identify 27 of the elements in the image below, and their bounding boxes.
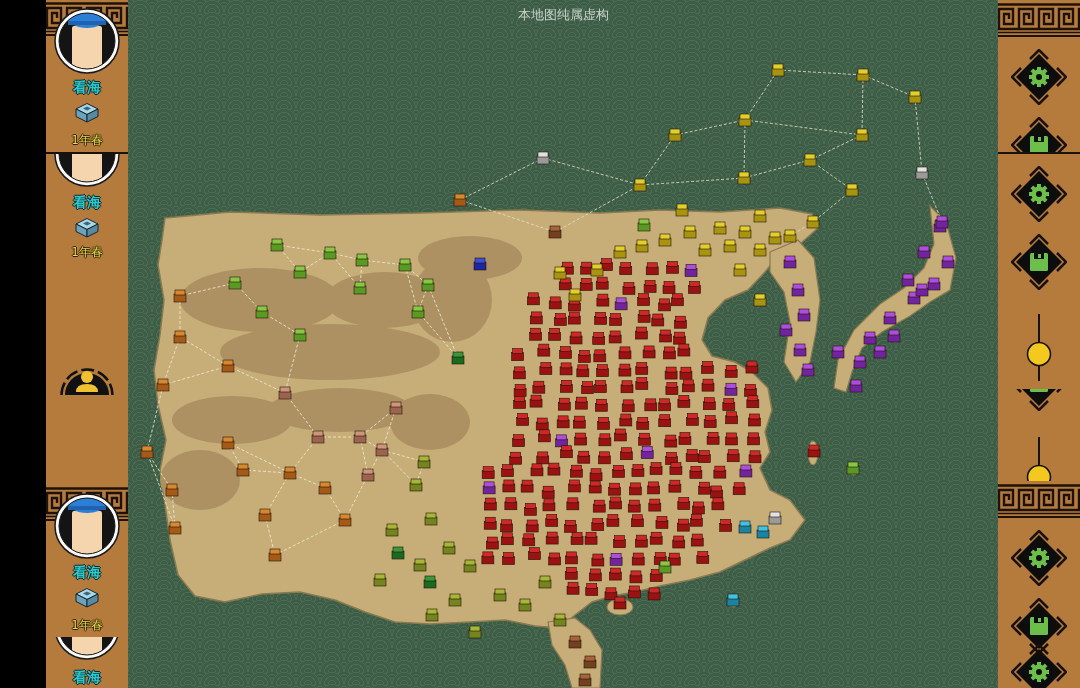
save-button[interactable] [1011,598,1067,654]
gear-icon [1011,49,1067,105]
slider-thumb[interactable] [1026,464,1052,481]
gear-icon [1011,530,1067,586]
player-name: 看海 [73,668,101,686]
slider-thumb[interactable] [1026,341,1052,368]
settings-button[interactable] [1011,49,1067,105]
save-button[interactable] [1011,117,1067,152]
map-notice: 本地图纯属虚构 [517,7,609,23]
save-icon [1011,234,1067,290]
block-icon [74,216,100,238]
save-icon [1011,598,1067,654]
date-label: 1年春 [71,617,103,633]
save-button[interactable] [1011,234,1067,290]
gear-icon [1011,166,1067,222]
settings-button[interactable] [1011,644,1067,688]
player-name: 看海 [73,563,101,581]
settings-button[interactable] [1011,530,1067,586]
block-icon [74,586,100,608]
avatar-icon [54,637,120,660]
date-label: 1年春 [71,132,103,148]
settings-button[interactable] [1011,166,1067,222]
date-label: 1年春 [71,244,103,260]
gear-icon [1011,644,1067,688]
block-icon [74,101,100,123]
player-name: 看海 [73,193,101,211]
player-name: 看海 [73,78,101,96]
